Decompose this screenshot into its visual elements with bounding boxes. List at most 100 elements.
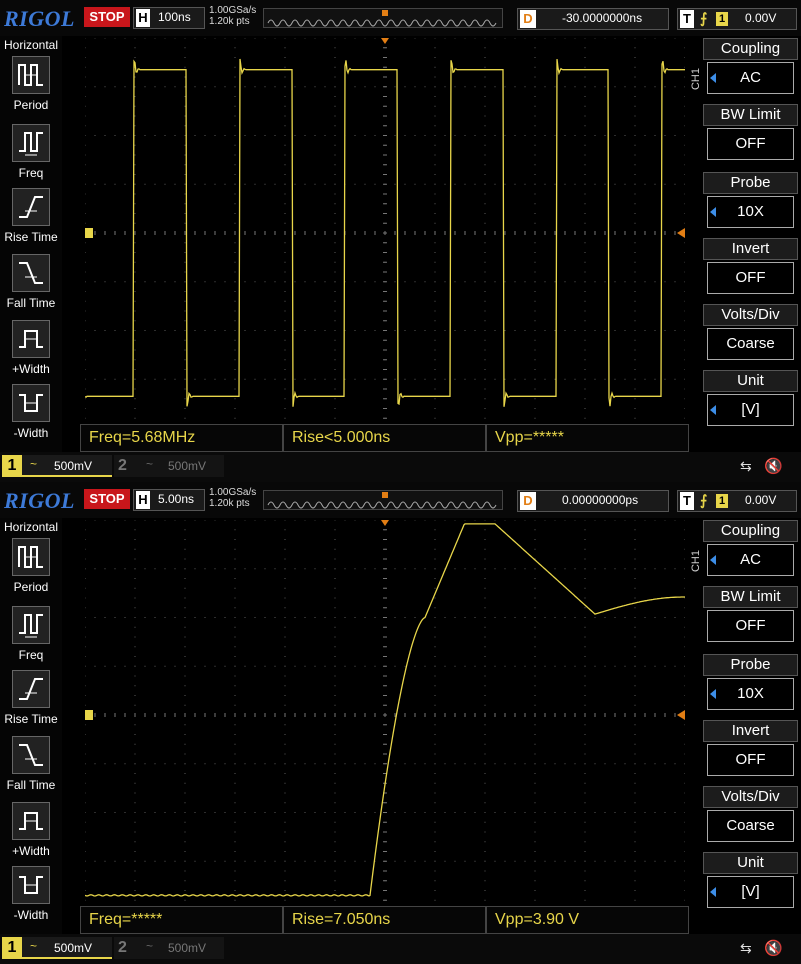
menu-item-period[interactable]: Period: [0, 538, 62, 602]
trigger-level: 0.00V: [745, 493, 777, 507]
menu-title: Horizontal: [3, 38, 59, 52]
run-stop-button[interactable]: STOP: [84, 7, 130, 27]
channel1-menu: Coupling AC BW Limit OFF Probe 10X Inver…: [703, 38, 798, 438]
menu-invert[interactable]: Invert OFF: [703, 720, 798, 782]
menu-item-negative-width[interactable]: -Width: [0, 866, 62, 930]
ch1-waveform-trace: [85, 58, 685, 407]
unit-value[interactable]: [V]: [707, 394, 794, 426]
menu-item-rise-time[interactable]: Rise Time: [0, 188, 62, 252]
volts-div-value[interactable]: Coarse: [707, 328, 794, 360]
menu-label: Period: [13, 580, 49, 594]
top-status-bar: RIGOL STOP H 100ns 1.00GSa/s 1.20k pts D…: [0, 0, 801, 36]
oscilloscope-screen-1: RIGOL STOP H 100ns 1.00GSa/s 1.20k pts D…: [0, 0, 801, 482]
run-stop-button[interactable]: STOP: [84, 489, 130, 509]
menu-bw-limit[interactable]: BW Limit OFF: [703, 586, 798, 648]
menu-item-freq[interactable]: Freq: [0, 124, 62, 188]
menu-label: Period: [13, 98, 49, 112]
selector-arrow-icon: [710, 73, 716, 83]
coupling-value[interactable]: AC: [707, 62, 794, 94]
channel2-number: 2: [118, 939, 127, 956]
measurement-rise-time: Rise<5.000ns: [283, 424, 486, 452]
menu-label: Freq: [18, 166, 44, 180]
channel1-offset-marker: [85, 710, 93, 720]
invert-value[interactable]: OFF: [707, 744, 794, 776]
channel2-scale: 500mV: [168, 941, 207, 955]
memory-overview-bar: [263, 8, 503, 28]
menu-coupling[interactable]: Coupling AC: [703, 520, 798, 582]
probe-value[interactable]: 10X: [707, 678, 794, 710]
menu-item-period[interactable]: Period: [0, 56, 62, 120]
timebase-indicator[interactable]: H 100ns: [133, 7, 205, 29]
menu-item-freq[interactable]: Freq: [0, 606, 62, 670]
menu-item-negative-width[interactable]: -Width: [0, 384, 62, 448]
channel2-status[interactable]: 2 ~ 500mV: [114, 455, 224, 477]
frequency-icon: [12, 124, 50, 162]
measurement-vpp: Vpp=3.90 V: [486, 906, 689, 934]
channel1-status[interactable]: 1 ~ 500mV: [2, 937, 112, 959]
delay-indicator[interactable]: D -30.0000000ns: [517, 8, 669, 30]
menu-unit[interactable]: Unit [V]: [703, 370, 798, 432]
waveform-grid[interactable]: [85, 520, 685, 910]
trigger-indicator[interactable]: T ⨍ 1 0.00V: [677, 8, 797, 30]
horizontal-measure-menu: Horizontal Period Freq Rise Time Fall Ti…: [0, 36, 62, 452]
delay-value: 0.00000000ps: [562, 493, 639, 507]
waveform-grid[interactable]: [85, 38, 685, 428]
menu-volts-div[interactable]: Volts/Div Coarse: [703, 786, 798, 848]
menu-invert[interactable]: Invert OFF: [703, 238, 798, 300]
menu-unit[interactable]: Unit [V]: [703, 852, 798, 914]
measurement-frequency: Freq=5.68MHz: [80, 424, 283, 452]
bw-limit-value[interactable]: OFF: [707, 128, 794, 160]
timebase-indicator[interactable]: H 5.00ns: [133, 489, 205, 511]
trigger-indicator[interactable]: T ⨍ 1 0.00V: [677, 490, 797, 512]
channel2-number: 2: [118, 457, 127, 474]
volts-div-value[interactable]: Coarse: [707, 810, 794, 842]
bw-limit-label: BW Limit: [703, 104, 798, 126]
ac-coupling-icon: ~: [30, 457, 38, 471]
delay-indicator[interactable]: D 0.00000000ps: [517, 490, 669, 512]
menu-item-positive-width[interactable]: +Width: [0, 320, 62, 384]
channel2-status[interactable]: 2 ~ 500mV: [114, 937, 224, 959]
invert-value[interactable]: OFF: [707, 262, 794, 294]
unit-value[interactable]: [V]: [707, 876, 794, 908]
trigger-source: 1: [716, 12, 728, 26]
probe-label: Probe: [703, 172, 798, 194]
menu-volts-div[interactable]: Volts/Div Coarse: [703, 304, 798, 366]
delay-letter: D: [520, 10, 536, 28]
horizontal-measure-menu: Horizontal Period Freq Rise Time Fall Ti…: [0, 518, 62, 934]
timebase-letter: H: [136, 9, 150, 27]
ac-coupling-icon: ~: [146, 939, 154, 953]
speaker-muted-icon[interactable]: 🔇: [764, 939, 783, 957]
menu-bw-limit[interactable]: BW Limit OFF: [703, 104, 798, 166]
menu-item-rise-time[interactable]: Rise Time: [0, 670, 62, 734]
channel1-number: 1: [2, 455, 22, 477]
selector-arrow-icon: [710, 689, 716, 699]
menu-label: -Width: [13, 426, 49, 440]
sample-rate: 1.00GSa/s: [209, 5, 257, 16]
selector-arrow-icon: [710, 405, 716, 415]
menu-probe[interactable]: Probe 10X: [703, 172, 798, 234]
coupling-label: Coupling: [703, 520, 798, 542]
usb-icon: ⇆: [740, 458, 752, 474]
probe-value[interactable]: 10X: [707, 196, 794, 228]
menu-item-positive-width[interactable]: +Width: [0, 802, 62, 866]
speaker-muted-icon[interactable]: 🔇: [764, 457, 783, 475]
channel1-status[interactable]: 1 ~ 500mV: [2, 455, 112, 477]
ch1-trace-line: [85, 523, 685, 897]
menu-item-fall-time[interactable]: Fall Time: [0, 254, 62, 318]
menu-label: Freq: [18, 648, 44, 662]
measurement-rise-time: Rise=7.050ns: [283, 906, 486, 934]
delay-value: -30.0000000ns: [562, 11, 643, 25]
coupling-value[interactable]: AC: [707, 544, 794, 576]
memory-depth: 1.20k pts: [209, 16, 250, 27]
menu-label: Rise Time: [4, 712, 58, 726]
rigol-logo: RIGOL: [4, 6, 75, 31]
menu-item-fall-time[interactable]: Fall Time: [0, 736, 62, 800]
rise-time-icon: [12, 188, 50, 226]
menu-coupling[interactable]: Coupling AC: [703, 38, 798, 100]
menu-probe[interactable]: Probe 10X: [703, 654, 798, 716]
channel2-scale: 500mV: [168, 459, 207, 473]
selector-arrow-icon: [710, 207, 716, 217]
timebase-value: 100ns: [158, 10, 191, 24]
acquisition-info: 1.00GSa/s 1.20k pts: [209, 487, 256, 509]
bw-limit-value[interactable]: OFF: [707, 610, 794, 642]
